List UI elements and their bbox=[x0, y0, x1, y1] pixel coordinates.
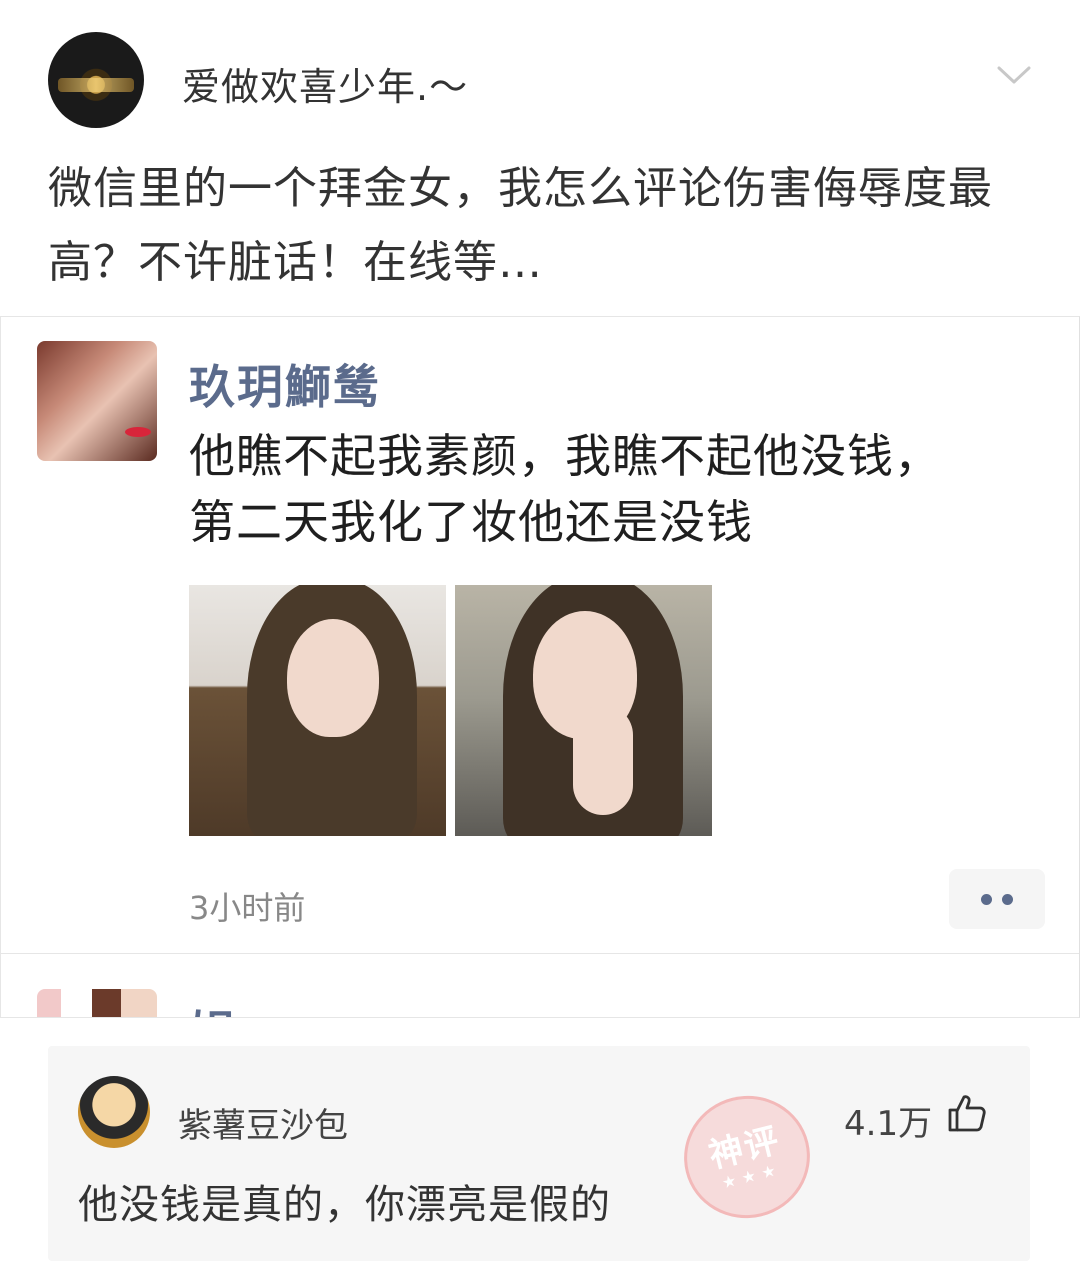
god-comment-stamp: 神评 ★★★ bbox=[671, 1082, 823, 1232]
hot-comment-card: 紫薯豆沙包 神评 ★★★ 4.1万 他没钱是真的，你漂亮是假的 bbox=[48, 1046, 1030, 1261]
comment-timestamp: 3小时前 bbox=[189, 889, 306, 927]
post-text: 微信里的一个拜金女，我怎么评论伤害侮辱度最高？不许脏话！在线等… bbox=[48, 163, 993, 288]
comment-line-1: 他瞧不起我素颜，我瞧不起他没钱， bbox=[189, 429, 941, 483]
author-name[interactable]: 爱做欢喜少年.～ bbox=[182, 56, 468, 111]
chevron-down-icon[interactable] bbox=[996, 64, 1032, 86]
divider bbox=[1, 953, 1079, 954]
comment-text: 他瞧不起我素颜，我瞧不起他没钱， 第二天我化了妆他还是没钱 bbox=[189, 423, 1049, 555]
post-header: 爱做欢喜少年.～ 微信里的一个拜金女，我怎么评论伤害侮辱度最高？不许脏话！在线等… bbox=[0, 0, 1080, 310]
dot-icon bbox=[1002, 893, 1013, 905]
next-commenter-avatar[interactable] bbox=[37, 989, 157, 1017]
commenter-name[interactable]: 玖玥鰤鸶 bbox=[189, 351, 381, 417]
comment-photo-1[interactable] bbox=[189, 585, 446, 836]
more-options-button[interactable] bbox=[949, 869, 1045, 929]
next-commenter-name[interactable]: 娼 bbox=[189, 997, 235, 1017]
commenter-avatar[interactable] bbox=[37, 341, 157, 461]
comment-photo-2[interactable] bbox=[455, 585, 712, 836]
author-avatar[interactable] bbox=[48, 32, 144, 128]
hot-commenter-avatar[interactable] bbox=[78, 1076, 150, 1148]
dot-icon bbox=[981, 893, 992, 905]
comment-line-2: 第二天我化了妆他还是没钱 bbox=[189, 495, 753, 549]
hot-commenter-name[interactable]: 紫薯豆沙包 bbox=[178, 1098, 348, 1147]
hot-comment-text: 他没钱是真的，你漂亮是假的 bbox=[78, 1182, 611, 1228]
embedded-screenshot: 玖玥鰤鸶 他瞧不起我素颜，我瞧不起他没钱， 第二天我化了妆他还是没钱 3小时前 … bbox=[0, 316, 1080, 1018]
like-count: 4.1万 bbox=[844, 1104, 933, 1144]
thumbs-up-icon[interactable] bbox=[946, 1092, 988, 1134]
